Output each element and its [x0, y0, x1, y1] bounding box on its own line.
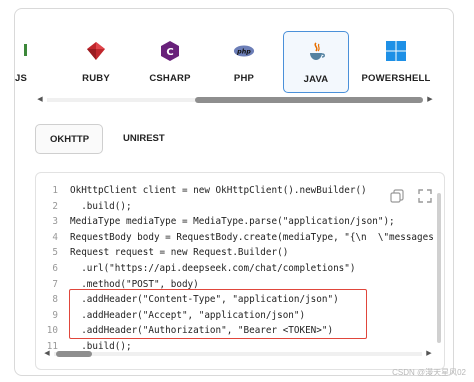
- tab-php-label: PHP: [233, 73, 255, 84]
- nodejs-icon: [15, 40, 32, 62]
- windows-icon: [385, 40, 407, 62]
- tab-csharp-label: CSHARP: [149, 73, 191, 84]
- code-line: 1 OkHttpClient client = new OkHttpClient(…: [52, 185, 367, 196]
- code-block: 1 OkHttpClient client = new OkHttpClient(…: [35, 172, 445, 370]
- code-line: 3 MediaType mediaType = MediaType.parse("…: [52, 216, 395, 228]
- tab-ruby[interactable]: RUBY: [63, 31, 129, 93]
- copy-icon[interactable]: [386, 185, 408, 207]
- tab-csharp[interactable]: C CSHARP: [137, 31, 203, 93]
- watermark: CSDN @漫天星风02: [392, 368, 466, 377]
- code-line: 6 .url("https://api.deepseek.com/chat/co…: [52, 262, 356, 274]
- code-line: 10 .addHeader("Authorization", "Bearer <…: [46, 325, 334, 337]
- csharp-icon: C: [159, 40, 181, 62]
- code-scrollbar[interactable]: ◀ ▶: [42, 349, 434, 359]
- tab-strip-scrollbar[interactable]: ◀ ▶: [35, 95, 435, 105]
- tab-php[interactable]: php PHP: [211, 31, 277, 93]
- fullscreen-icon[interactable]: [414, 185, 436, 207]
- code-sample-panel: JS RUBY C CSHARP php PHP JAVA POWERSHELL…: [14, 8, 454, 376]
- code-line: 7 .method("POST", body): [52, 278, 199, 290]
- tab-js[interactable]: JS: [14, 31, 41, 93]
- tab-okhttp[interactable]: OKHTTP: [35, 124, 103, 154]
- tab-powershell-label: POWERSHELL: [361, 73, 431, 84]
- tab-js-label: JS: [14, 73, 28, 84]
- tab-java[interactable]: JAVA: [283, 31, 349, 93]
- code-scroll-left-arrow-icon[interactable]: ◀: [42, 349, 52, 359]
- language-tab-strip: JS RUBY C CSHARP php PHP JAVA POWERSHELL: [14, 31, 453, 93]
- code-toolbar: [386, 185, 436, 207]
- code-line: 8 .addHeader("Content-Type", "applicatio…: [52, 294, 339, 306]
- ruby-icon: [85, 40, 107, 62]
- code-line: 2 .build();: [52, 200, 132, 212]
- tab-ruby-label: RUBY: [82, 73, 110, 84]
- java-icon: [305, 41, 327, 63]
- scroll-thumb[interactable]: [195, 97, 423, 103]
- code-vertical-scrollbar[interactable]: [437, 193, 441, 343]
- svg-text:php: php: [236, 48, 251, 56]
- code-line: 4 RequestBody body = RequestBody.create(m…: [52, 231, 434, 243]
- code-scroll-thumb[interactable]: [56, 351, 92, 357]
- scroll-left-arrow-icon[interactable]: ◀: [35, 95, 45, 105]
- svg-text:C: C: [166, 47, 173, 58]
- tab-java-label: JAVA: [303, 74, 329, 85]
- tab-unirest[interactable]: UNIREST: [109, 124, 179, 154]
- php-icon: php: [233, 40, 255, 62]
- code-line: 5 Request request = new Request.Builder(): [52, 247, 289, 259]
- code-scroll-track: [54, 352, 422, 356]
- tab-powershell[interactable]: POWERSHELL: [357, 31, 435, 93]
- code-scroll-right-arrow-icon[interactable]: ▶: [424, 349, 434, 359]
- scroll-right-arrow-icon[interactable]: ▶: [425, 95, 435, 105]
- code-lines: 1 OkHttpClient client = new OkHttpClient(…: [36, 183, 444, 355]
- code-line: 9 .addHeader("Accept", "application/json…: [52, 309, 306, 321]
